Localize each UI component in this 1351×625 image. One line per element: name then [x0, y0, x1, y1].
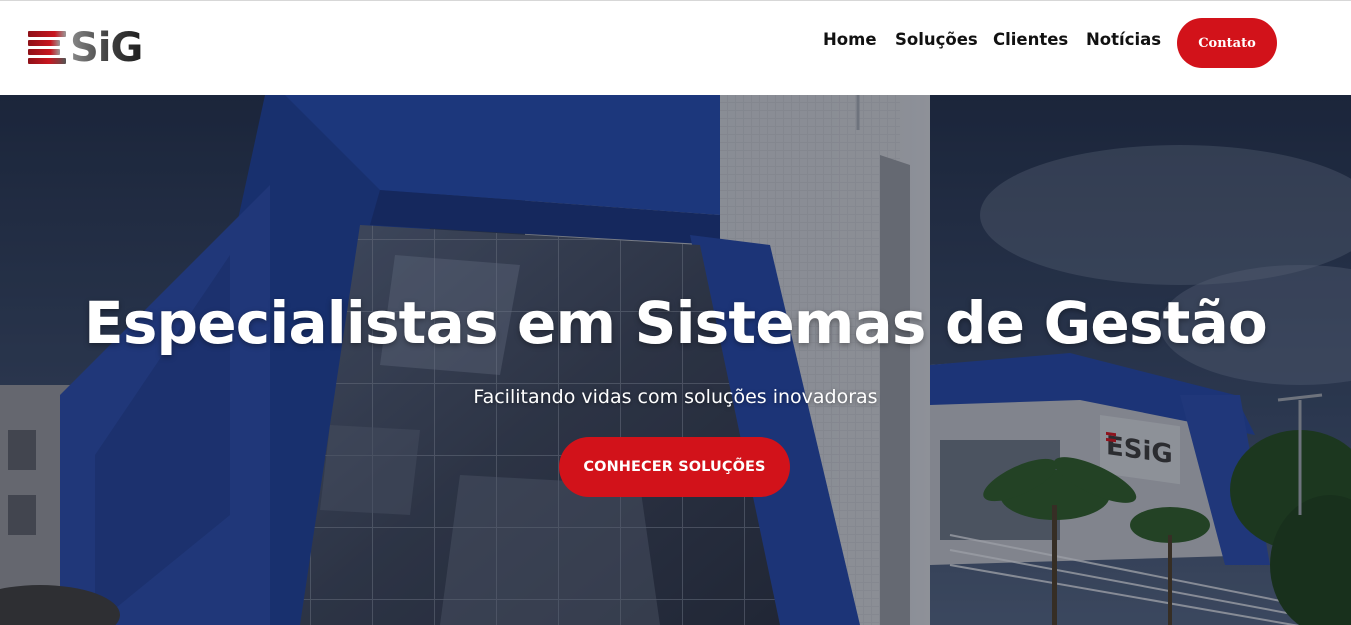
logo-text: SiG: [70, 25, 143, 71]
nav-noticias[interactable]: Notícias: [1086, 29, 1161, 51]
hero-title: Especialistas em Sistemas de Gestão: [84, 289, 1268, 357]
hero-section: ESiG Especialistas em Sistemas de Gestão…: [0, 95, 1351, 625]
site-header: SiG Home Soluções Clientes Notícias Cont…: [0, 0, 1351, 95]
logo-e-bars-icon: [28, 29, 68, 67]
nav-home[interactable]: Home: [823, 29, 877, 51]
contact-button[interactable]: Contato: [1177, 18, 1277, 68]
nav-clientes[interactable]: Clientes: [993, 29, 1068, 51]
nav-solucoes[interactable]: Soluções: [895, 29, 978, 51]
hero-dark-overlay: [0, 95, 1351, 625]
esig-logo[interactable]: SiG: [28, 28, 170, 68]
hero-subtitle: Facilitando vidas com soluções inovadora…: [473, 386, 878, 408]
conhecer-solucoes-button[interactable]: CONHECER SOLUÇÕES: [559, 437, 790, 497]
